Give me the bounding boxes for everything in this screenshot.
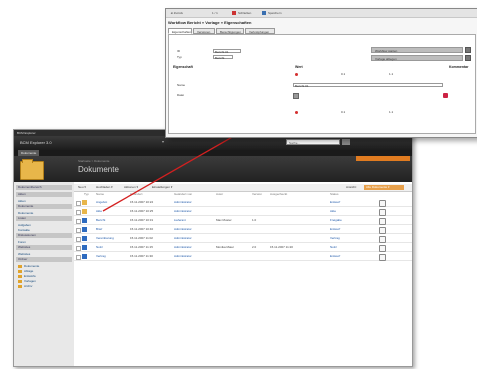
- back-button[interactable]: ◄ Zurück: [170, 11, 183, 15]
- row0-v1: 0.1: [341, 72, 346, 76]
- id-field[interactable]: Bericht 01: [213, 49, 241, 54]
- row0-v2: 1.1: [389, 72, 394, 76]
- save-button[interactable]: Speichern: [268, 11, 282, 15]
- properties-window: ◄ Zurück 1 / 1 Schließen Speichern Workf…: [165, 8, 477, 138]
- workflow-square-icon[interactable]: [465, 47, 471, 53]
- front-toolbar: ◄ Zurück 1 / 1 Schließen Speichern: [166, 9, 477, 18]
- pdf-icon[interactable]: [443, 93, 448, 98]
- properties-panel: ID Bericht 01 Typ Bericht Workflow start…: [168, 34, 476, 134]
- row-label-file: Datei: [177, 93, 185, 97]
- front-breadcrumb: Workflow Bericht » Vorlage » Eigenschaft…: [168, 20, 252, 25]
- start-workflow-button[interactable]: Workflow starten: [371, 47, 463, 53]
- save-icon[interactable]: [262, 11, 266, 15]
- remove-icon[interactable]: [295, 73, 298, 76]
- type-select[interactable]: Bericht: [213, 55, 233, 60]
- field-label-id: ID: [177, 49, 180, 53]
- remove-icon-2[interactable]: [295, 111, 298, 114]
- template-square-icon[interactable]: [465, 55, 471, 61]
- header-value: Wert: [295, 65, 303, 69]
- file-icon[interactable]: [293, 93, 299, 99]
- name-input[interactable]: Bericht 01: [293, 83, 443, 88]
- row3-v1: 0.1: [341, 110, 346, 114]
- row-label-name: Name: [177, 83, 186, 87]
- page-indicator: 1 / 1: [212, 11, 218, 15]
- header-comment: Kommentar: [449, 65, 469, 69]
- file-template-button[interactable]: Vorlage ablegen: [371, 55, 463, 61]
- close-icon[interactable]: [232, 11, 236, 15]
- header-property: Eigenschaft: [173, 65, 193, 69]
- close-button[interactable]: Schließen: [238, 11, 251, 15]
- field-label-type: Typ: [177, 55, 182, 59]
- row3-v2: 1.1: [389, 110, 394, 114]
